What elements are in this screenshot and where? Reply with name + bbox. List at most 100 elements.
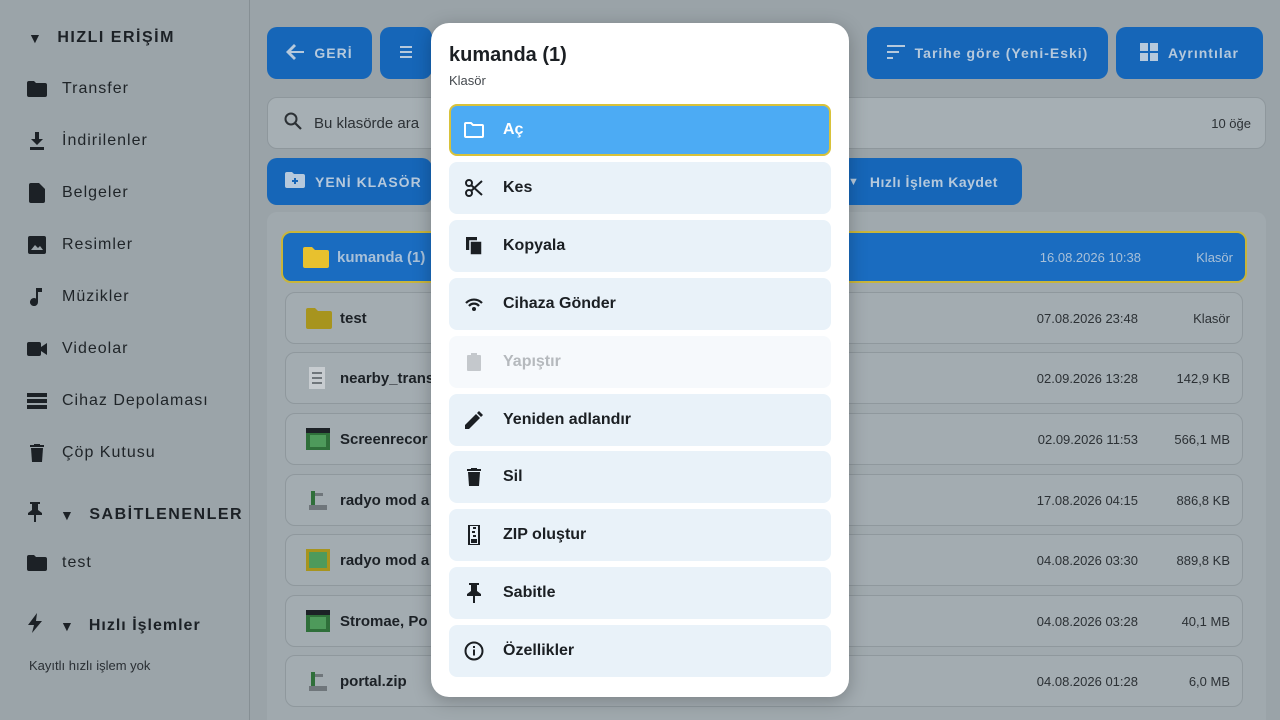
file-date: 02.09.2026 13:28: [1036, 370, 1138, 386]
new-folder-button[interactable]: YENİ KLASÖR: [267, 158, 432, 205]
item-count: 10 öğe: [1211, 115, 1251, 131]
archive-file-icon: [306, 670, 332, 692]
option-label: Özellikler: [503, 642, 575, 659]
back-button[interactable]: GERİ: [267, 27, 372, 79]
music-icon: [26, 286, 48, 308]
file-name: Screenrecor: [340, 430, 428, 448]
info-icon: [463, 640, 485, 662]
sidebar-item-downloads[interactable]: İndirilenler: [26, 130, 148, 152]
sidebar-item-label: Cihaz Depolaması: [62, 392, 209, 409]
file-size: 40,1 MB: [1181, 613, 1230, 629]
save-quick-action-button[interactable]: ▼ Hızlı İşlem Kaydet: [840, 158, 1022, 205]
create-zip-option[interactable]: ZIP oluştur: [449, 509, 831, 561]
sidebar-item-label: test: [62, 554, 92, 571]
option-label: ZIP oluştur: [503, 526, 587, 543]
quick-access-header[interactable]: ▼ HIZLI ERİŞİM: [28, 29, 175, 47]
storage-icon: [26, 390, 48, 412]
clipboard-icon: [463, 351, 485, 373]
sidebar-item-videos[interactable]: Videolar: [26, 338, 128, 360]
arrow-left-icon: [286, 43, 305, 63]
file-size: 6,0 MB: [1188, 673, 1230, 689]
dialog-subtitle: Klasör: [449, 73, 486, 88]
quick-actions-empty-text: Kayıtlı hızlı işlem yok: [29, 658, 151, 673]
pin-option[interactable]: Sabitle: [449, 567, 831, 619]
folder-icon: [26, 552, 48, 574]
lightning-icon: [28, 613, 42, 638]
send-to-device-option[interactable]: Cihaza Gönder: [449, 278, 831, 330]
image-icon: [26, 234, 48, 256]
rename-option[interactable]: Yeniden adlandır: [449, 394, 831, 446]
pinned-title: SABİTLENENLER: [89, 505, 244, 523]
back-button-label: GERİ: [314, 45, 353, 61]
sidebar-item-label: Resimler: [62, 236, 134, 253]
grid-view-icon: [1140, 42, 1159, 64]
video-icon: [26, 338, 48, 360]
sidebar-item-label: İndirilenler: [62, 132, 148, 149]
file-name: portal.zip: [340, 672, 407, 690]
download-icon: [26, 130, 48, 152]
sidebar-item-label: Belgeler: [62, 184, 129, 201]
file-size: 566,1 MB: [1174, 431, 1230, 447]
sidebar-item-label: Transfer: [62, 80, 129, 97]
file-size: 886,8 KB: [1176, 492, 1231, 508]
file-size: Klasör: [1193, 310, 1230, 326]
save-quick-action-label: Hızlı İşlem Kaydet: [869, 173, 998, 190]
pinned-item-test[interactable]: test: [26, 552, 92, 574]
video-file-icon: [306, 610, 332, 632]
zip-icon: [463, 524, 485, 546]
details-view-button[interactable]: Ayrıntılar: [1116, 27, 1263, 79]
file-name: radyo mod a: [340, 551, 430, 569]
folder-open-icon: [463, 119, 485, 141]
file-date: 02.09.2026 11:53: [1037, 431, 1138, 447]
sidebar-item-transfer[interactable]: Transfer: [26, 78, 129, 100]
pinned-header[interactable]: ▼ SABİTLENENLER: [28, 502, 243, 527]
sidebar-item-documents[interactable]: Belgeler: [26, 182, 129, 204]
properties-option[interactable]: Özellikler: [449, 625, 831, 677]
option-label: Sil: [503, 468, 523, 485]
trash-icon: [463, 466, 485, 488]
sidebar-item-label: Çöp Kutusu: [62, 444, 156, 461]
file-name: nearby_trans: [340, 369, 435, 387]
file-date: 16.08.2026 10:38: [1039, 249, 1141, 265]
quick-access-title: HIZLI ERİŞİM: [57, 29, 175, 46]
quick-actions-header[interactable]: ▼ Hızlı İşlemler: [28, 613, 201, 638]
file-date: 04.08.2026 03:30: [1036, 552, 1138, 568]
sidebar-item-music[interactable]: Müzikler: [26, 286, 130, 308]
file-date: 04.08.2026 01:28: [1036, 673, 1138, 689]
pencil-icon: [463, 409, 485, 431]
menu-icon: [400, 45, 412, 61]
caret-down-icon: ▼: [60, 506, 76, 523]
search-icon: [284, 112, 302, 134]
search-input[interactable]: Bu klasörde ara: [314, 115, 419, 132]
sidebar-item-trash[interactable]: Çöp Kutusu: [26, 442, 156, 464]
sidebar-item-device-storage[interactable]: Cihaz Depolaması: [26, 390, 209, 412]
copy-option[interactable]: Kopyala: [449, 220, 831, 272]
pin-icon: [28, 502, 42, 527]
text-file-icon: [306, 367, 332, 389]
file-name: Stromae, Po: [340, 612, 428, 630]
sidebar-item-images[interactable]: Resimler: [26, 234, 133, 256]
file-size: Klasör: [1196, 249, 1233, 265]
sidebar-item-label: Videolar: [62, 340, 129, 357]
paste-option[interactable]: Yapıştır: [449, 336, 831, 388]
menu-button[interactable]: [380, 27, 432, 79]
cut-option[interactable]: Kes: [449, 162, 831, 214]
new-folder-label: YENİ KLASÖR: [315, 173, 422, 190]
scissors-icon: [463, 177, 485, 199]
option-label: Cihaza Gönder: [503, 295, 616, 312]
file-date: 04.08.2026 03:28: [1036, 613, 1138, 629]
caret-down-icon: ▼: [848, 175, 860, 188]
trash-icon: [26, 442, 48, 464]
folder-add-icon: [285, 172, 305, 191]
file-name: kumanda (1): [337, 248, 426, 266]
option-label: Yapıştır: [503, 353, 561, 370]
dialog-title: kumanda (1): [449, 44, 567, 66]
sort-button[interactable]: Tarihe göre (Yeni-Eski): [867, 27, 1108, 79]
folder-icon: [26, 78, 48, 100]
option-label: Sabitle: [503, 584, 556, 601]
delete-option[interactable]: Sil: [449, 451, 831, 503]
folder-icon: [303, 246, 329, 268]
folder-icon: [306, 307, 332, 329]
document-icon: [26, 182, 48, 204]
open-option[interactable]: Aç: [449, 104, 831, 156]
